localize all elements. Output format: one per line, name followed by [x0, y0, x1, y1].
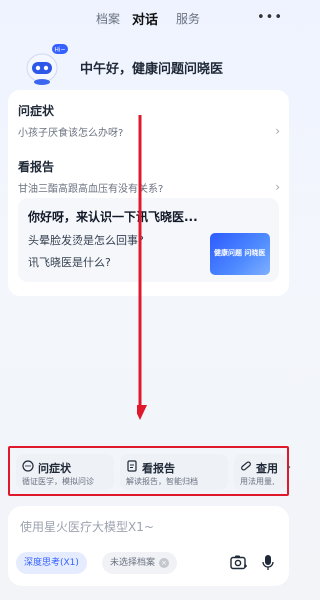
hi-badge: Hi~	[54, 47, 65, 54]
archive-selector-label: 未选择档案	[110, 558, 156, 568]
greeting-hero: Hi~ 中午好，健康问题问晓医	[20, 42, 290, 86]
top-nav: 档案 对话 服务 •••	[0, 0, 297, 36]
chevron-right-icon: ›	[275, 124, 280, 138]
shortcut-report-label: 看报告	[142, 462, 175, 475]
tab-archive[interactable]: 档案	[96, 10, 120, 27]
camera-icon[interactable]	[230, 554, 248, 570]
greeting-text: 中午好，健康问题问晓医	[80, 62, 224, 77]
shortcut-symptoms-desc: 循证医学，模拟问诊	[22, 477, 94, 486]
tab-service[interactable]: 服务	[176, 10, 200, 27]
deep-think-toggle[interactable]: 深度思考(X1)	[16, 552, 87, 574]
shortcut-symptoms[interactable]: 问症状 循证医学，模拟问诊	[16, 454, 114, 490]
microphone-icon[interactable]	[262, 554, 274, 571]
chevron-right-icon: ›	[275, 180, 280, 194]
more-menu-icon[interactable]: •••	[257, 10, 283, 25]
intro-title[interactable]: 你好呀，来认识一下讯飞晓医...	[28, 208, 198, 225]
annotation-arrow-icon	[137, 115, 147, 420]
shortcut-report[interactable]: 看报告 解读报告，智能归档	[120, 454, 228, 490]
message-input[interactable]: 使用星火医疗大模型X1~	[20, 518, 154, 535]
clear-icon[interactable]: ×	[159, 558, 170, 568]
intro-question-2[interactable]: 讯飞晓医是什么?	[28, 254, 111, 270]
scroll-right-chevron-icon[interactable]: ›	[287, 462, 291, 473]
shortcut-report-desc: 解读报告，智能归档	[126, 477, 198, 486]
document-icon	[127, 460, 137, 472]
shortcut-medication-label: 查用	[256, 462, 278, 475]
tab-chat[interactable]: 对话	[132, 9, 158, 28]
shortcut-highlight: 问症状 循证医学，模拟问诊 看报告 解读报告，智能归档 查用 用法用量,	[8, 446, 289, 496]
thumbnail-caption: 健康问题 问晓医	[214, 249, 266, 257]
message-composer: 使用星火医疗大模型X1~ 深度思考(X1) 未选择档案 ×	[8, 506, 289, 586]
intro-question-1[interactable]: 头晕脸发烫是怎么回事?	[28, 232, 144, 248]
shortcut-medication[interactable]: 查用 用法用量,	[234, 454, 287, 490]
shortcut-medication-desc: 用法用量,	[240, 477, 275, 486]
shortcut-symptoms-label: 问症状	[38, 462, 71, 475]
intro-thumbnail[interactable]: 健康问题 问晓医	[210, 233, 270, 275]
robot-avatar-icon: Hi~	[26, 44, 68, 85]
chat-bubble-icon	[22, 460, 34, 472]
pill-icon	[241, 461, 251, 471]
archive-selector[interactable]: 未选择档案 ×	[102, 552, 178, 574]
